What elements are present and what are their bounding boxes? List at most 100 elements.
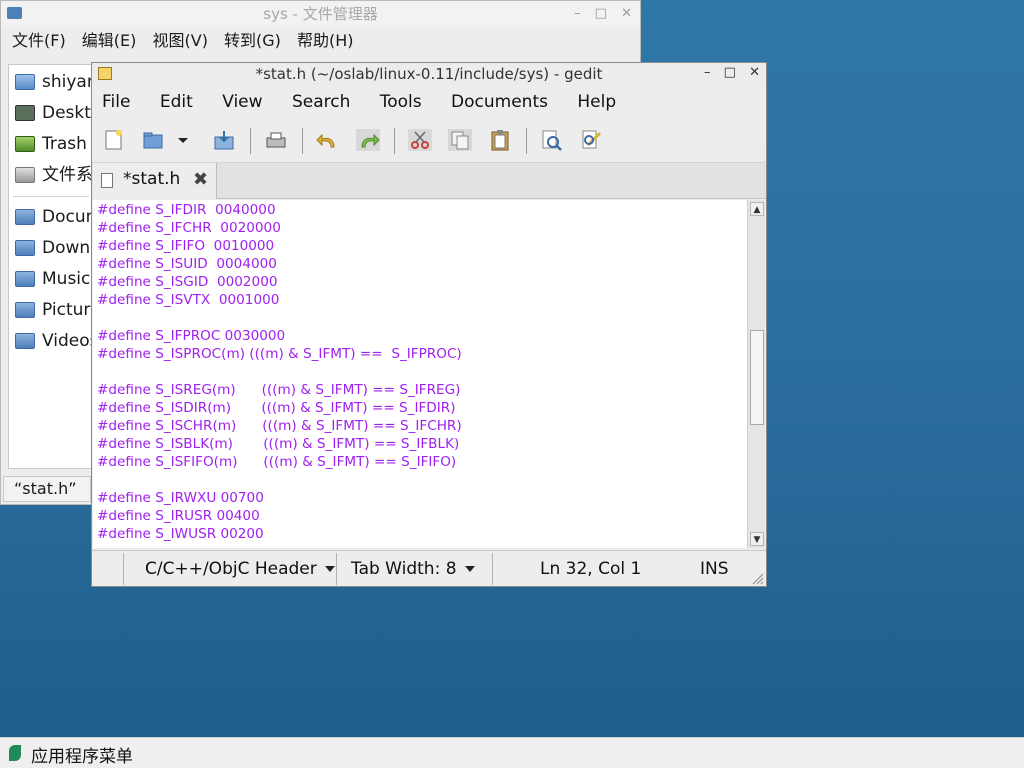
code-line: #define S_ISBLK(m) (((m) & S_IFMT) == S_… bbox=[97, 436, 460, 452]
code-line: #define S_IRUSR 00400 bbox=[97, 508, 260, 524]
menu-file[interactable]: File bbox=[102, 92, 130, 112]
sidebar-item-filesystem[interactable]: 文件系统 bbox=[9, 160, 93, 191]
redo-icon[interactable] bbox=[356, 129, 380, 151]
language-label: C/C++/ObjC Header bbox=[145, 559, 317, 579]
sidebar-divider bbox=[13, 196, 89, 197]
insert-mode: INS bbox=[700, 559, 729, 579]
folder-icon bbox=[15, 240, 35, 256]
vertical-scrollbar[interactable]: ▲ ▼ bbox=[747, 200, 765, 548]
app-menu-button[interactable]: 应用程序菜单 bbox=[31, 742, 133, 767]
menu-go[interactable]: 转到(G) bbox=[224, 31, 281, 50]
menu-tools[interactable]: Tools bbox=[380, 92, 422, 112]
open-document-icon[interactable] bbox=[142, 129, 166, 151]
sidebar-item-pictures[interactable]: Pictures bbox=[9, 295, 93, 326]
folder-icon bbox=[15, 333, 35, 349]
print-icon[interactable] bbox=[264, 129, 288, 151]
menu-help[interactable]: Help bbox=[577, 92, 616, 112]
gedit-window[interactable]: *stat.h (~/oslab/linux-0.11/include/sys)… bbox=[91, 62, 767, 587]
resize-grip-icon[interactable] bbox=[752, 573, 764, 585]
menu-view[interactable]: View bbox=[222, 92, 262, 112]
sidebar-item-desktop[interactable]: Desktop bbox=[9, 98, 93, 129]
code-line: #define S_IFCHR 0020000 bbox=[97, 220, 281, 236]
menu-view[interactable]: 视图(V) bbox=[153, 31, 208, 50]
folder-icon bbox=[15, 209, 35, 225]
open-dropdown-icon[interactable] bbox=[176, 129, 190, 151]
toolbar-separator bbox=[250, 128, 251, 154]
close-icon[interactable]: ✕ bbox=[749, 65, 760, 80]
status-divider bbox=[336, 553, 337, 585]
gedit-title: *stat.h (~/oslab/linux-0.11/include/sys)… bbox=[255, 65, 603, 83]
scroll-down-icon[interactable]: ▼ bbox=[750, 532, 764, 546]
minimize-icon[interactable]: – bbox=[704, 65, 711, 80]
menu-file[interactable]: 文件(F) bbox=[12, 31, 66, 50]
code-line: #define S_IFPROC 0030000 bbox=[97, 328, 286, 344]
close-tab-icon[interactable]: ✖ bbox=[193, 169, 208, 190]
scrollbar-thumb[interactable] bbox=[750, 330, 764, 425]
code-line: #define S_ISGID 0002000 bbox=[97, 274, 278, 290]
sidebar-item-documents[interactable]: Documents bbox=[9, 202, 93, 233]
code-editor[interactable]: #define S_IFDIR 0040000 #define S_IFCHR … bbox=[93, 200, 747, 548]
chevron-down-icon bbox=[324, 566, 335, 572]
code-line: #define S_ISCHR(m) (((m) & S_IFMT) == S_… bbox=[97, 418, 462, 434]
gedit-titlebar[interactable]: *stat.h (~/oslab/linux-0.11/include/sys)… bbox=[92, 63, 766, 85]
maximize-icon[interactable]: □ bbox=[724, 65, 736, 80]
desktop-icon bbox=[15, 105, 35, 121]
folder-icon bbox=[15, 271, 35, 287]
menu-documents[interactable]: Documents bbox=[451, 92, 548, 112]
cut-icon[interactable] bbox=[408, 129, 432, 151]
minimize-icon[interactable]: – bbox=[574, 6, 581, 21]
trash-icon bbox=[15, 136, 35, 152]
gedit-toolbar bbox=[92, 119, 766, 163]
undo-icon[interactable] bbox=[316, 129, 340, 151]
sidebar-item-downloads[interactable]: Downloads bbox=[9, 233, 93, 264]
sidebar-item-home[interactable]: shiyanlou bbox=[9, 67, 93, 98]
status-divider bbox=[123, 553, 124, 585]
code-line: #define S_ISUID 0004000 bbox=[97, 256, 277, 272]
menu-edit[interactable]: Edit bbox=[160, 92, 193, 112]
copy-icon[interactable] bbox=[448, 129, 472, 151]
menu-search[interactable]: Search bbox=[292, 92, 350, 112]
maximize-icon[interactable]: □ bbox=[595, 6, 607, 21]
document-icon bbox=[101, 173, 113, 188]
menu-edit[interactable]: 编辑(E) bbox=[82, 31, 137, 50]
app-menu-logo-icon[interactable] bbox=[9, 745, 21, 761]
find-replace-icon[interactable] bbox=[580, 129, 604, 151]
save-document-icon[interactable] bbox=[212, 129, 236, 151]
file-manager-titlebar[interactable]: sys - 文件管理器 – □ ✕ bbox=[1, 1, 640, 27]
home-folder-icon bbox=[15, 74, 35, 90]
tab-stat-h[interactable]: *stat.h ✖ bbox=[93, 163, 217, 199]
sidebar-item-music[interactable]: Music bbox=[9, 264, 93, 295]
cursor-position: Ln 32, Col 1 bbox=[540, 559, 642, 579]
drive-icon bbox=[15, 167, 35, 183]
code-line: #define S_ISVTX 0001000 bbox=[97, 292, 280, 308]
scroll-up-icon[interactable]: ▲ bbox=[750, 202, 764, 216]
chevron-down-icon bbox=[464, 566, 475, 572]
code-line: #define S_IFDIR 0040000 bbox=[97, 202, 276, 218]
document-tab-bar: *stat.h ✖ bbox=[92, 163, 766, 199]
toolbar-separator bbox=[526, 128, 527, 154]
file-manager-status: “stat.h” bbox=[3, 476, 91, 502]
find-icon[interactable] bbox=[540, 129, 564, 151]
folder-icon bbox=[15, 302, 35, 318]
file-manager-menubar: 文件(F) 编辑(E) 视图(V) 转到(G) 帮助(H) bbox=[1, 27, 640, 55]
gedit-statusbar: C/C++/ObjC Header Tab Width: 8 Ln 32, Co… bbox=[92, 550, 766, 586]
tab-width-selector[interactable]: Tab Width: 8 bbox=[351, 551, 475, 587]
file-manager-title: sys - 文件管理器 bbox=[263, 5, 378, 23]
tab-width-label: Tab Width: 8 bbox=[351, 559, 457, 579]
gedit-menubar: File Edit View Search Tools Documents He… bbox=[92, 85, 766, 119]
status-divider bbox=[492, 553, 493, 585]
close-icon[interactable]: ✕ bbox=[621, 6, 632, 21]
paste-icon[interactable] bbox=[488, 129, 512, 151]
sidebar-item-videos[interactable]: Videos bbox=[9, 326, 93, 357]
tab-label: *stat.h bbox=[123, 169, 181, 189]
menu-help[interactable]: 帮助(H) bbox=[297, 31, 354, 50]
sidebar-item-trash[interactable]: Trash bbox=[9, 129, 93, 160]
code-line: #define S_ISREG(m) (((m) & S_IFMT) == S_… bbox=[97, 382, 461, 398]
language-selector[interactable]: C/C++/ObjC Header bbox=[145, 551, 335, 587]
new-document-icon[interactable] bbox=[102, 129, 126, 151]
gedit-app-icon bbox=[98, 67, 112, 80]
code-line: #define S_ISDIR(m) (((m) & S_IFMT) == S_… bbox=[97, 400, 456, 416]
